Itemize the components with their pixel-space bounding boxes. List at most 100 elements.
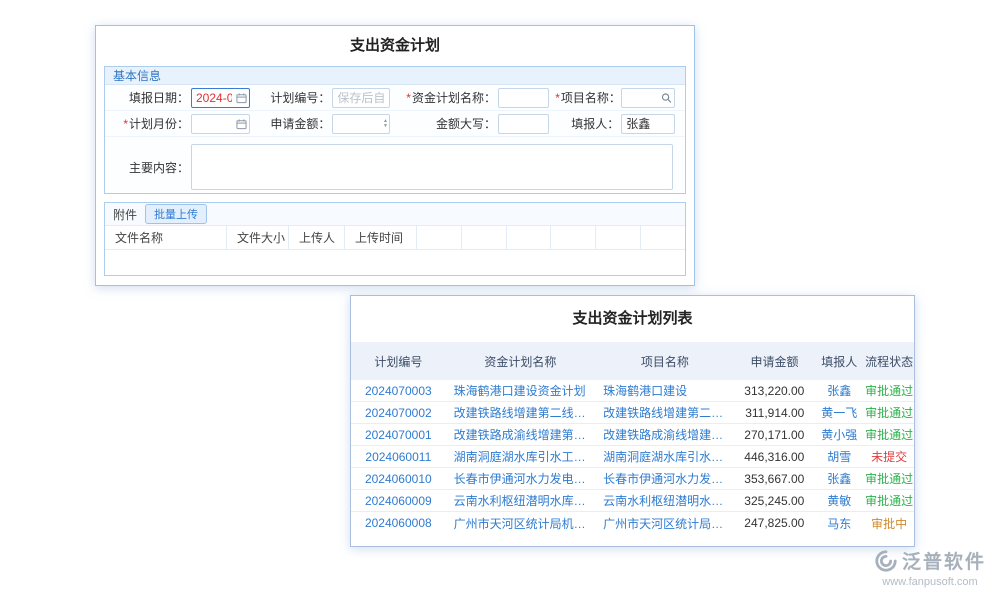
plan-no-link[interactable]: 2024060009 [351, 494, 446, 508]
attachments-section: 附件 批量上传 文件名称 文件大小 上传人 上传时间 [104, 202, 686, 276]
filler-link[interactable]: 张鑫 [814, 470, 864, 487]
basic-info-header: 基本信息 [105, 67, 685, 85]
fund-plan-name-link[interactable]: 云南水利枢纽潜明水库一期工程施... [446, 492, 595, 509]
plan-no-link[interactable]: 2024060010 [351, 472, 446, 486]
status-column-header: 流程状态 [864, 342, 914, 380]
status-badge: 审批通过 [864, 382, 914, 399]
expense-fund-plan-form-panel: 支出资金计划 基本信息 填报日期： 计划编号： [95, 25, 695, 286]
table-row: 2024060011 湖南洞庭湖水库引水工程施工标... 湖南洞庭湖水库引水工程… [351, 446, 914, 468]
fund-plan-name-input[interactable] [498, 88, 549, 108]
table-row: 2024060010 长春市伊通河水力发电厂改建工程... 长春市伊通河水力发电… [351, 468, 914, 490]
apply-amount-value: 353,667.00 [735, 472, 815, 486]
search-icon[interactable] [661, 92, 672, 103]
table-row: 2024060009 云南水利枢纽潜明水库一期工程施... 云南水利枢纽潜明水库… [351, 490, 914, 512]
apply-amount-label: 申请金额： [256, 115, 330, 132]
file-table-header: 文件名称 文件大小 上传人 上传时间 [105, 226, 685, 250]
amount-stepper[interactable]: ▲▼ [383, 119, 388, 129]
plan-month-label: *计划月份： [109, 115, 189, 132]
brand-url: www.fanpusoft.com [874, 576, 986, 588]
project-name-link[interactable]: 广州市天河区统计局机房改造项目 [595, 515, 735, 532]
filler-input[interactable] [621, 114, 675, 134]
plan-no-link[interactable]: 2024060011 [351, 450, 446, 464]
plan-no-input[interactable] [332, 88, 390, 108]
apply-amount-value: 270,171.00 [735, 428, 815, 442]
project-name-link[interactable]: 改建铁路成渝线增建第二直通线（... [595, 426, 735, 443]
fund-plan-name-link[interactable]: 改建铁路线增建第二线直通线（成... [446, 404, 595, 421]
apply-amount-value: 311,914.00 [735, 406, 815, 420]
basic-info-section: 基本信息 填报日期： 计划编号： [104, 66, 686, 194]
amount-caps-input[interactable] [498, 114, 549, 134]
plan-no-label: 计划编号： [256, 89, 330, 106]
status-badge: 审批通过 [864, 470, 914, 487]
form-title: 支出资金计划 [96, 26, 694, 66]
main-content-textarea[interactable] [191, 144, 673, 190]
plan-no-link[interactable]: 2024070002 [351, 406, 446, 420]
project-name-column-header: 项目名称 [595, 342, 735, 380]
plan-no-link[interactable]: 2024060008 [351, 516, 446, 530]
plan-no-column-header: 计划编号 [351, 342, 446, 380]
apply-amount-value: 313,220.00 [735, 384, 815, 398]
apply-amount-value: 325,245.00 [735, 494, 815, 508]
project-name-link[interactable]: 改建铁路线增建第二线直通线（成... [595, 404, 735, 421]
filler-link[interactable]: 马东 [814, 515, 864, 532]
project-name-link[interactable]: 珠海鹤港口建设 [595, 382, 735, 399]
file-table-body [105, 250, 685, 275]
filler-link[interactable]: 黄一飞 [814, 404, 864, 421]
plan-no-link[interactable]: 2024070003 [351, 384, 446, 398]
table-row: 2024070003 珠海鹤港口建设资金计划 珠海鹤港口建设 313,220.0… [351, 380, 914, 402]
filler-link[interactable]: 胡雪 [814, 448, 864, 465]
fund-plan-name-link[interactable]: 广州市天河区统计局机房改造项目... [446, 515, 595, 532]
filler-link[interactable]: 黄小强 [814, 426, 864, 443]
status-badge: 审批通过 [864, 492, 914, 509]
calendar-icon[interactable] [236, 92, 247, 103]
fanpu-watermark: 泛普软件 www.fanpusoft.com [874, 547, 986, 588]
list-table-header: 计划编号 资金计划名称 项目名称 申请金额 填报人 流程状态 [351, 342, 914, 380]
project-name-label: *项目名称： [555, 89, 619, 106]
file-size-column-header: 文件大小 [227, 226, 289, 249]
table-row: 2024060008 广州市天河区统计局机房改造项目... 广州市天河区统计局机… [351, 512, 914, 534]
apply-amount-column-header: 申请金额 [735, 342, 815, 380]
form-row-3: 主要内容： [105, 137, 685, 197]
filler-link[interactable]: 张鑫 [814, 382, 864, 399]
project-name-link[interactable]: 云南水利枢纽潜明水库一期工程施... [595, 492, 735, 509]
fund-plan-name-link[interactable]: 湖南洞庭湖水库引水工程施工标... [446, 448, 595, 465]
fund-plan-name-column-header: 资金计划名称 [446, 342, 595, 380]
status-badge: 审批通过 [864, 404, 914, 421]
status-badge: 审批通过 [864, 426, 914, 443]
status-badge: 未提交 [864, 448, 914, 465]
filler-link[interactable]: 黄敏 [814, 492, 864, 509]
calendar-icon[interactable] [236, 118, 247, 129]
plan-no-link[interactable]: 2024070001 [351, 428, 446, 442]
batch-upload-button[interactable]: 批量上传 [145, 204, 207, 224]
expense-fund-plan-list-panel: 支出资金计划列表 计划编号 资金计划名称 项目名称 申请金额 填报人 流程状态 … [350, 295, 915, 547]
form-row-2: *计划月份： 申请金额： ▲▼ 金额大写： [105, 111, 685, 137]
fund-plan-name-label: *资金计划名称： [396, 89, 496, 106]
fill-date-label: 填报日期： [109, 89, 189, 106]
empty-column [417, 226, 462, 249]
empty-column [641, 226, 685, 249]
upload-time-column-header: 上传时间 [345, 226, 417, 249]
empty-column [507, 226, 552, 249]
required-mark: * [123, 117, 128, 131]
project-name-link[interactable]: 湖南洞庭湖水库引水工程施工标 [595, 448, 735, 465]
empty-column [462, 226, 507, 249]
apply-amount-value: 247,825.00 [735, 516, 815, 530]
fund-plan-name-link[interactable]: 珠海鹤港口建设资金计划 [446, 382, 595, 399]
table-row: 2024070001 改建铁路成渝线增建第二直通线（... 改建铁路成渝线增建第… [351, 424, 914, 446]
amount-caps-label: 金额大写： [396, 115, 496, 132]
apply-amount-value: 446,316.00 [735, 450, 815, 464]
table-row: 2024070002 改建铁路线增建第二线直通线（成... 改建铁路线增建第二线… [351, 402, 914, 424]
fund-plan-name-link[interactable]: 长春市伊通河水力发电厂改建工程... [446, 470, 595, 487]
project-name-link[interactable]: 长春市伊通河水力发电厂改建工程 [595, 470, 735, 487]
stepper-down-icon[interactable]: ▼ [383, 124, 388, 129]
list-title: 支出资金计划列表 [351, 296, 914, 342]
apply-amount-input[interactable] [332, 114, 390, 134]
brand-name: 泛普软件 [902, 547, 986, 574]
status-badge: 审批中 [864, 515, 914, 532]
filler-label: 填报人： [555, 115, 619, 132]
page: 支出资金计划 基本信息 填报日期： 计划编号： [0, 0, 1000, 600]
fund-plan-name-link[interactable]: 改建铁路成渝线增建第二直通线（... [446, 426, 595, 443]
uploader-column-header: 上传人 [289, 226, 345, 249]
attachments-tab[interactable]: 附件 [113, 206, 137, 223]
fanpu-logo-icon [874, 549, 898, 573]
